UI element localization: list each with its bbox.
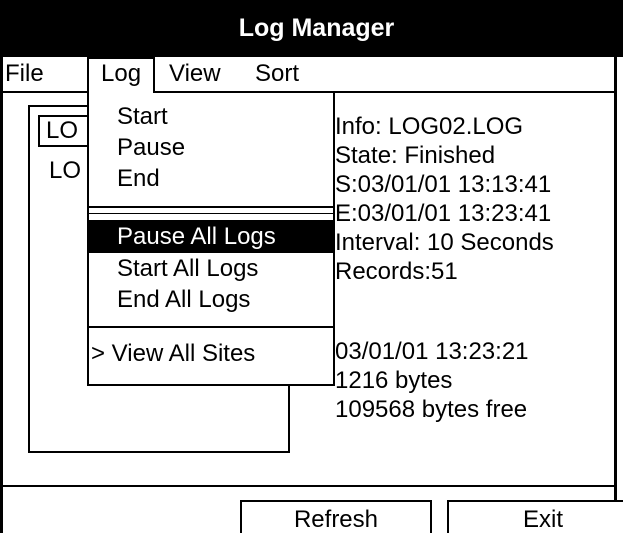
menu-view[interactable]: View: [169, 60, 221, 88]
log-info-records: Records:51: [335, 258, 458, 285]
menu-separator: [89, 206, 333, 208]
menu-file[interactable]: File: [5, 60, 44, 88]
exit-button[interactable]: Exit: [447, 500, 623, 533]
log-menu-dropdown: Start Pause End Pause All Logs Start All…: [87, 93, 335, 386]
menu-bar: File Log View Sort: [3, 57, 617, 93]
log-list-item[interactable]: LO: [49, 157, 81, 185]
window-title-text: Log Manager: [238, 14, 395, 42]
log-size: 1216 bytes: [335, 367, 453, 394]
menu-item-end-all-logs[interactable]: End All Logs: [117, 286, 250, 314]
storage-info-panel: 03/01/01 13:23:21 1216 bytes 109568 byte…: [335, 337, 529, 424]
menu-item-start-all-logs[interactable]: Start All Logs: [117, 255, 258, 283]
log-info-interval: Interval: 10 Seconds: [335, 229, 554, 256]
window-title: Log Manager: [0, 0, 623, 57]
menu-sort[interactable]: Sort: [255, 60, 299, 88]
log-info-panel: Info: LOG02.LOG State: Finished S:03/01/…: [335, 112, 554, 286]
refresh-button[interactable]: Refresh: [240, 500, 432, 533]
refresh-button-label: Refresh: [293, 506, 379, 533]
menu-item-pause[interactable]: Pause: [117, 134, 185, 162]
log-info-end: E:03/01/01 13:23:41: [335, 200, 552, 227]
exit-button-label: Exit: [522, 506, 563, 533]
log-info-state: State: Finished: [335, 142, 496, 169]
current-datetime: 03/01/01 13:23:21: [335, 338, 529, 365]
menu-log[interactable]: Log: [87, 57, 156, 93]
menu-item-end[interactable]: End: [117, 165, 160, 193]
menu-separator: [89, 326, 333, 328]
menu-item-view-all-sites[interactable]: > View All Sites: [91, 340, 255, 368]
free-space: 109568 bytes free: [335, 396, 528, 423]
log-info-name: Info: LOG02.LOG: [335, 113, 524, 140]
menu-item-pause-all-logs[interactable]: Pause All Logs: [89, 220, 333, 253]
menu-item-start[interactable]: Start: [117, 103, 168, 131]
log-info-start: S:03/01/01 13:13:41: [335, 171, 552, 198]
menu-separator: [89, 213, 333, 214]
